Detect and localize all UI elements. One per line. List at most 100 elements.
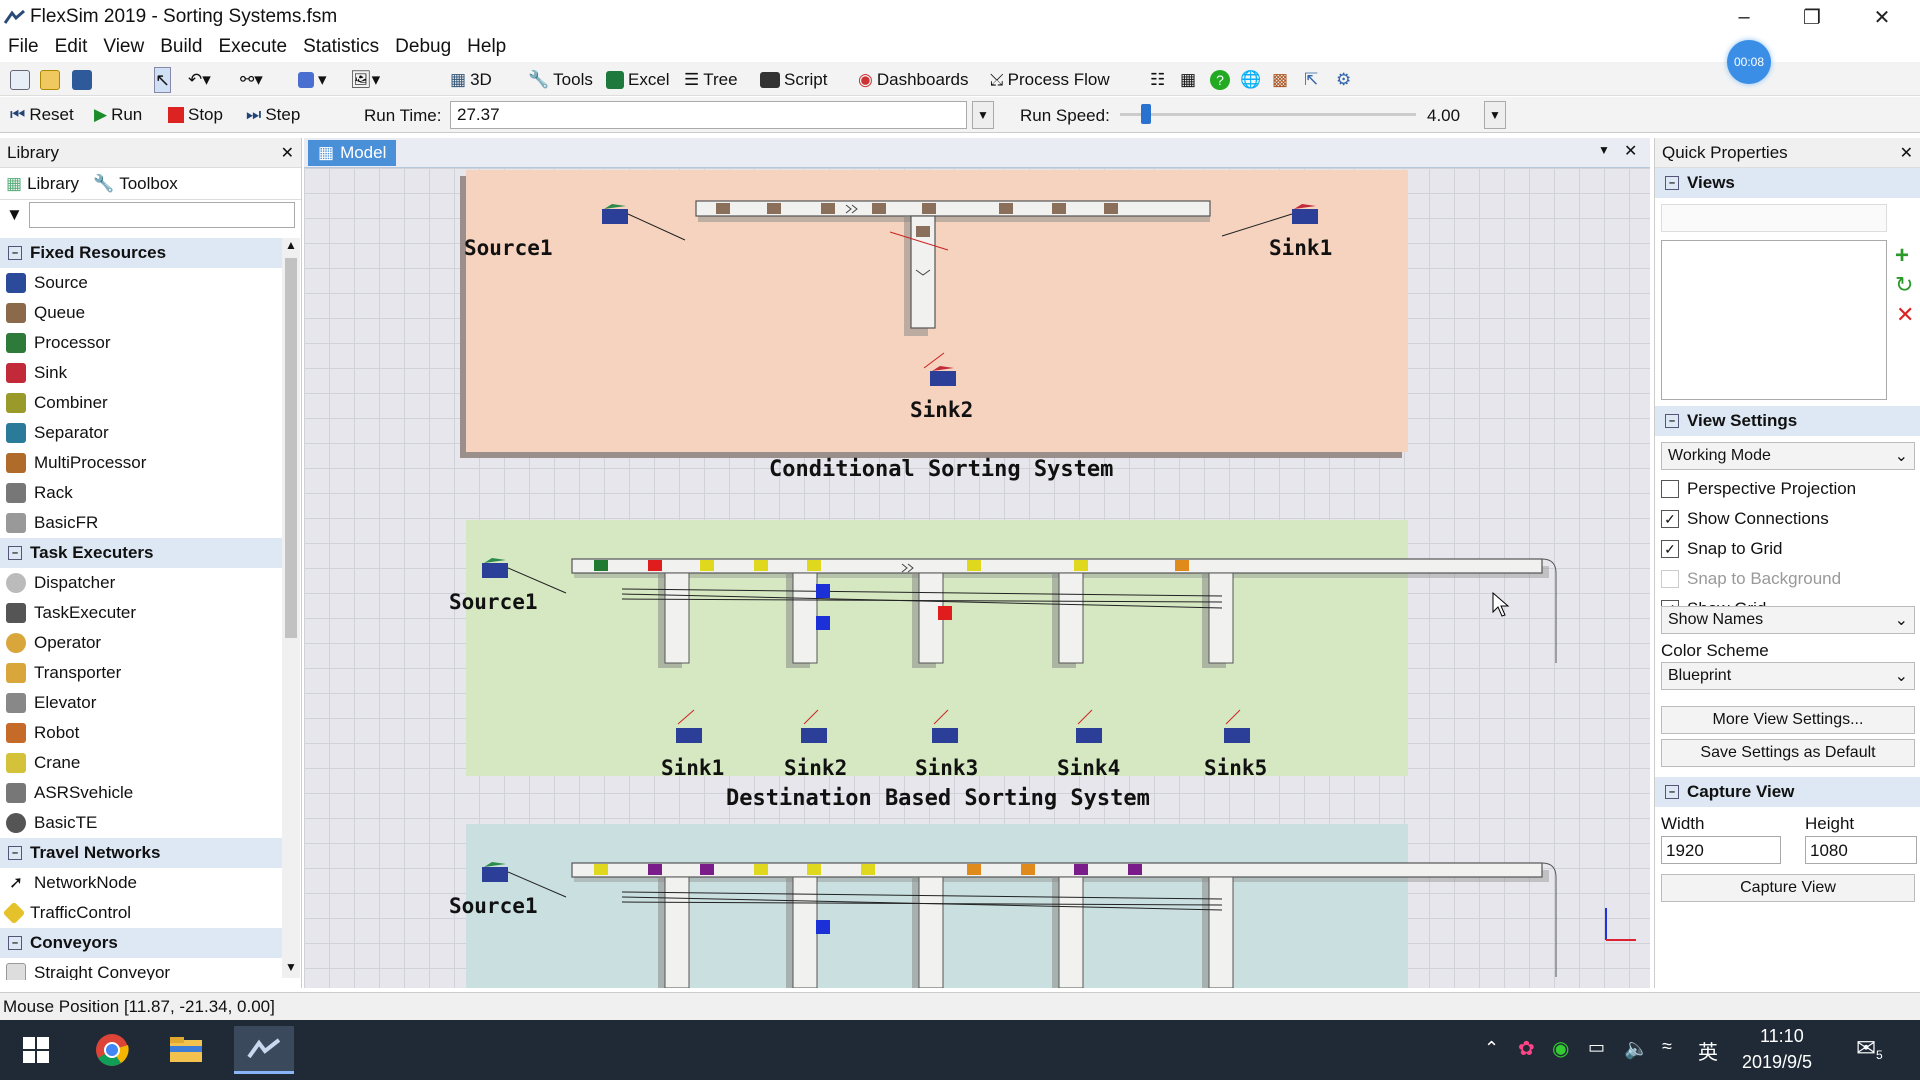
model-3d-view[interactable]: Conditional Sorting System Destination B… <box>304 168 1650 988</box>
tray-volume-icon[interactable]: 🔈 <box>1624 1036 1649 1061</box>
library-item-straight-conveyor[interactable]: Straight Conveyor <box>0 958 282 980</box>
tray-ime-indicator[interactable]: 英 <box>1698 1036 1718 1065</box>
run-speed-dropdown[interactable]: ▼ <box>1484 101 1506 129</box>
capture-view-button[interactable]: Capture View <box>1661 874 1915 902</box>
open-file-button[interactable] <box>40 67 60 93</box>
tools-button[interactable]: 🔧 Tools <box>528 67 593 93</box>
scroll-down-icon[interactable]: ▼ <box>282 960 300 978</box>
view-settings-section-header[interactable]: – View Settings <box>1655 406 1920 436</box>
export-button[interactable]: ⇱ <box>1304 67 1318 93</box>
stop-button[interactable]: Stop <box>168 102 223 128</box>
run-speed-slider[interactable] <box>1120 113 1416 116</box>
menu-build[interactable]: Build <box>152 34 210 62</box>
close-icon[interactable]: ✕ <box>1900 143 1913 162</box>
taskbar-chrome[interactable] <box>82 1026 142 1074</box>
tab-toolbox[interactable]: 🔧 Toolbox <box>93 174 178 194</box>
tray-wifi-icon[interactable]: ≈ <box>1662 1036 1672 1057</box>
menu-edit[interactable]: Edit <box>47 34 96 62</box>
library-item-robot[interactable]: Robot <box>0 718 282 748</box>
library-item-networknode[interactable]: ➚ NetworkNode <box>0 868 282 898</box>
toolbar-extra-2[interactable]: ▦ <box>1180 67 1196 93</box>
taskbar-date[interactable]: 2019/9/5 <box>1742 1052 1812 1073</box>
library-item-combiner[interactable]: Combiner <box>0 388 282 418</box>
dashboards-button[interactable]: ◉ Dashboards <box>858 67 969 93</box>
category-fixed-resources[interactable]: – Fixed Resources <box>0 238 282 268</box>
save-file-button[interactable] <box>72 67 92 93</box>
library-item-taskexecuter[interactable]: TaskExecuter <box>0 598 282 628</box>
tray-battery-icon[interactable]: ▭ <box>1588 1037 1605 1058</box>
library-item-multiprocessor[interactable]: MultiProcessor <box>0 448 282 478</box>
menu-execute[interactable]: Execute <box>210 34 295 62</box>
category-task-executers[interactable]: – Task Executers <box>0 538 282 568</box>
library-item-processor[interactable]: Processor <box>0 328 282 358</box>
menu-statistics[interactable]: Statistics <box>295 34 387 62</box>
help-button[interactable]: ? <box>1210 67 1230 93</box>
color-scheme-dropdown[interactable]: Blueprint ⌄ <box>1661 662 1915 690</box>
save-settings-default-button[interactable]: Save Settings as Default <box>1661 739 1915 767</box>
run-time-dropdown[interactable]: ▼ <box>972 101 994 129</box>
3d-view-button[interactable]: ▦ 3D <box>450 67 492 93</box>
tray-chevron-up-icon[interactable]: ⌃ <box>1484 1038 1499 1059</box>
chart-button[interactable]: ▩ <box>1272 67 1288 93</box>
toolbar-extra-1[interactable]: ☷ <box>1150 67 1165 93</box>
new-file-button[interactable] <box>10 67 30 93</box>
tray-app-icon[interactable]: ✿ <box>1518 1036 1535 1061</box>
library-item-operator[interactable]: Operator <box>0 628 282 658</box>
show-connections-checkbox[interactable]: ✓ Show Connections <box>1655 504 1920 534</box>
tray-wechat-icon[interactable]: ◉ <box>1552 1036 1569 1061</box>
library-item-rack[interactable]: Rack <box>0 478 282 508</box>
taskbar-file-explorer[interactable] <box>156 1026 216 1074</box>
run-button[interactable]: ▶ Run <box>94 102 142 128</box>
run-speed-slider-thumb[interactable] <box>1141 104 1151 124</box>
tab-library[interactable]: ▦ Library <box>6 174 79 194</box>
views-section-header[interactable]: – Views <box>1655 168 1920 198</box>
library-item-asrsvehicle[interactable]: ASRSvehicle <box>0 778 282 808</box>
taskbar-time[interactable]: 11:10 <box>1760 1026 1804 1047</box>
shape-mode-button[interactable]: ▾ <box>298 67 327 93</box>
refresh-view-icon[interactable]: ↻ <box>1895 272 1913 298</box>
library-item-elevator[interactable]: Elevator <box>0 688 282 718</box>
library-item-basicte[interactable]: BasicTE <box>0 808 282 838</box>
library-item-trafficcontrol[interactable]: TrafficControl <box>0 898 282 928</box>
library-item-sink[interactable]: Sink <box>0 358 282 388</box>
process-flow-button[interactable]: ⤩ Process Flow <box>990 67 1110 93</box>
view-mode-button[interactable]: 🖼▾ <box>350 67 380 93</box>
menu-help[interactable]: Help <box>459 34 514 62</box>
close-window-button[interactable]: ✕ <box>1848 0 1916 34</box>
view-mode-dropdown[interactable]: Working Mode ⌄ <box>1661 442 1915 470</box>
library-item-queue[interactable]: Queue <box>0 298 282 328</box>
capture-width-input[interactable]: 1920 <box>1661 836 1781 864</box>
show-names-dropdown[interactable]: Show Names ⌄ <box>1661 606 1915 634</box>
tab-menu-icon[interactable]: ▼ <box>1598 143 1610 157</box>
capture-height-input[interactable]: 1080 <box>1805 836 1917 864</box>
taskbar-flexsim[interactable] <box>234 1026 294 1074</box>
more-view-settings-button[interactable]: More View Settings... <box>1661 706 1915 734</box>
step-button[interactable]: ⏭ Step <box>246 102 300 128</box>
category-travel-networks[interactable]: – Travel Networks <box>0 838 282 868</box>
network-mode-button[interactable]: ⚯▾ <box>240 67 263 93</box>
scroll-thumb[interactable] <box>285 258 297 638</box>
restore-button[interactable]: ❐ <box>1778 0 1846 34</box>
scroll-up-icon[interactable]: ▲ <box>282 238 300 256</box>
library-item-dispatcher[interactable]: Dispatcher <box>0 568 282 598</box>
perspective-projection-checkbox[interactable]: Perspective Projection <box>1655 474 1920 504</box>
tree-button[interactable]: ☰ Tree <box>684 67 738 93</box>
delete-view-icon[interactable]: ✕ <box>1896 302 1914 328</box>
add-view-icon[interactable]: + <box>1895 242 1909 270</box>
views-name-field[interactable] <box>1661 204 1887 232</box>
tab-model[interactable]: ▦ Model <box>308 140 397 166</box>
select-mode-button[interactable]: ↖ <box>154 67 172 93</box>
library-filter-input[interactable] <box>28 202 295 228</box>
library-item-basicfr[interactable]: BasicFR <box>0 508 282 538</box>
library-item-crane[interactable]: Crane <box>0 748 282 778</box>
excel-button[interactable]: Excel <box>606 67 670 93</box>
notification-center-button[interactable]: ✉ 5 <box>1856 1034 1890 1064</box>
minimize-button[interactable]: – <box>1710 0 1778 34</box>
menu-file[interactable]: File <box>0 34 47 62</box>
snap-to-background-checkbox[interactable]: Snap to Background <box>1655 564 1920 594</box>
recording-timer-badge[interactable]: 00:08 <box>1727 40 1771 84</box>
menu-view[interactable]: View <box>95 34 152 62</box>
reset-button[interactable]: ⏮ Reset <box>10 102 74 128</box>
connect-mode-button[interactable]: ↶▾ <box>188 67 211 93</box>
library-item-separator[interactable]: Separator <box>0 418 282 448</box>
